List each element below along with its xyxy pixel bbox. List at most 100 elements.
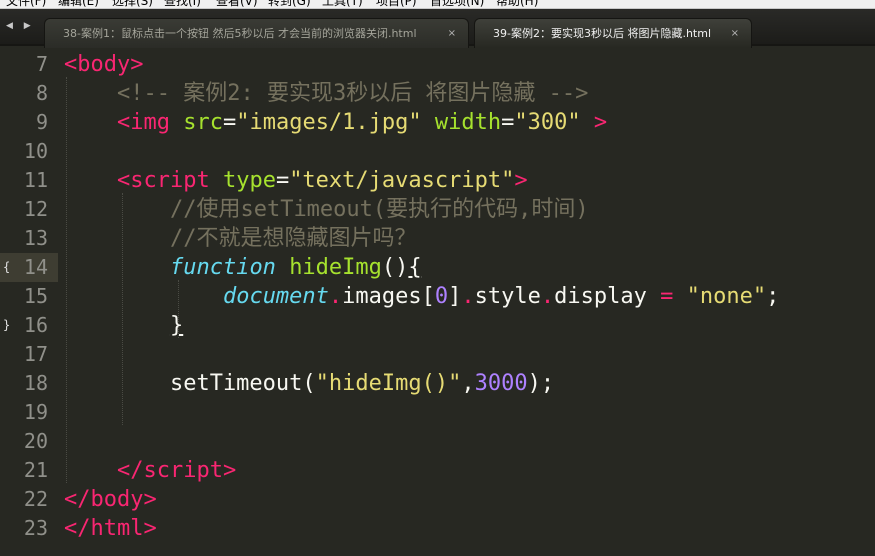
code-editor[interactable]: 7 <body> 8 <!-- 案例2: 要实现3秒以后 将图片隐藏 --> 9 <i… — [0, 48, 875, 556]
code-token: <script — [116, 168, 210, 193]
tab-case1-label: 38-案例1：鼠标点击一个按钮 然后5秒以后 才会当前的浏览器关闭.html — [63, 27, 417, 40]
menu-item[interactable]: 选择(S) — [112, 0, 153, 8]
menu-bar: 文件(F) 编辑(E) 选择(S) 查找(I) 查看(V) 转到(G) 工具(T) 项目(P)… — [0, 0, 875, 9]
line-number: 20 — [23, 429, 48, 453]
tab-case2-label: 39-案例2：要实现3秒以后 将图片隐藏.html — [493, 27, 712, 40]
code-text: function hideImg(){ — [64, 253, 422, 282]
code-token: "images/1.jpg" — [236, 110, 422, 135]
code-token: <body — [64, 52, 131, 77]
code-text: } — [64, 311, 183, 340]
tab-case2[interactable]: 39-案例2：要实现3秒以后 将图片隐藏.html × — [474, 18, 752, 48]
menu-item[interactable]: 帮助(H) — [496, 0, 538, 8]
code-token: = — [275, 168, 290, 193]
code-token: > — [222, 458, 237, 483]
code-line[interactable]: 19 — [0, 398, 875, 427]
code-token: > — [130, 52, 144, 77]
code-token: //使用setTimeout(要执行的代码,时间) — [169, 197, 589, 222]
code-line[interactable]: 10 — [0, 137, 875, 166]
code-token: = — [222, 110, 237, 135]
code-token: 0 — [434, 284, 449, 309]
menu-item[interactable]: 转到(G) — [268, 0, 311, 8]
line-number: 11 — [23, 168, 48, 192]
code-token: ] — [448, 284, 462, 309]
code-token: ; — [766, 284, 780, 309]
code-token: "text/javascript" — [289, 168, 515, 193]
code-line[interactable]: 22 </body> — [0, 485, 875, 514]
code-token: "hideImg()" — [315, 371, 462, 396]
code-line[interactable]: 12 //使用setTimeout(要执行的代码,时间) — [0, 195, 875, 224]
line-number: 13 — [23, 226, 48, 250]
line-number: 10 — [23, 139, 48, 163]
code-line[interactable]: 8 <!-- 案例2: 要实现3秒以后 将图片隐藏 --> — [0, 79, 875, 108]
code-line[interactable]: 15 document.images[0].style.display = "n… — [0, 282, 875, 311]
code-token: </ — [64, 487, 91, 512]
fold-marker-icon[interactable]: { — [3, 253, 10, 282]
line-number: 12 — [23, 197, 48, 221]
fold-marker-icon[interactable]: } — [3, 311, 10, 340]
code-token: "none" — [686, 284, 767, 309]
line-number: 7 — [35, 52, 48, 76]
code-token: function — [169, 255, 276, 280]
code-token: document — [222, 284, 329, 309]
code-token: > — [514, 168, 528, 193]
code-token: <!-- 案例2: 要实现3秒以后 将图片隐藏 --> — [116, 81, 589, 106]
code-token: { — [408, 255, 422, 280]
code-token: display — [554, 284, 661, 309]
tab-nav-arrows-icon[interactable]: ◀ ▶ — [6, 21, 35, 31]
code-token: script — [143, 458, 223, 483]
code-token: = — [660, 284, 674, 309]
code-line[interactable]: 21 </script> — [0, 456, 875, 485]
line-number: 15 — [23, 284, 48, 308]
code-token: setTimeout( — [64, 371, 316, 396]
menu-item[interactable]: 编辑(E) — [58, 0, 99, 8]
code-text: </html> — [64, 514, 157, 543]
line-number: 8 — [35, 81, 48, 105]
code-line[interactable]: 14{ function hideImg(){ — [0, 253, 875, 282]
code-token: 3000 — [474, 371, 528, 396]
menu-item[interactable]: 文件(F) — [6, 0, 46, 8]
code-line[interactable]: 16} } — [0, 311, 875, 340]
code-line[interactable]: 13 //不就是想隐藏图片吗？ — [0, 224, 875, 253]
code-text: document.images[0].style.display = "none… — [64, 282, 779, 311]
line-number: 22 — [23, 487, 48, 511]
tab-case1[interactable]: 38-案例1：鼠标点击一个按钮 然后5秒以后 才会当前的浏览器关闭.html × — [44, 18, 469, 48]
code-token: body — [90, 487, 144, 512]
code-token: } — [169, 313, 184, 338]
code-line[interactable]: 11 <script type="text/javascript"> — [0, 166, 875, 195]
code-line[interactable]: 18 setTimeout("hideImg()",3000); — [0, 369, 875, 398]
code-token: images[ — [342, 284, 435, 309]
code-text: <script type="text/javascript"> — [64, 166, 528, 195]
code-line[interactable]: 23 </html> — [0, 514, 875, 543]
code-token: ); — [527, 371, 555, 396]
code-token: = — [501, 110, 515, 135]
close-icon[interactable]: × — [448, 19, 456, 49]
menu-item[interactable]: 项目(P) — [376, 0, 417, 8]
code-token: > — [143, 487, 157, 512]
menu-item[interactable]: 工具(T) — [322, 0, 363, 8]
code-line[interactable]: 7 <body> — [0, 50, 875, 79]
code-token: hideImg — [289, 255, 382, 280]
code-token: "300" — [514, 110, 581, 135]
close-icon[interactable]: × — [731, 19, 739, 49]
code-token: () — [381, 255, 409, 280]
code-line[interactable]: 9 <img src="images/1.jpg" width="300" > — [0, 108, 875, 137]
code-line[interactable]: 17 — [0, 340, 875, 369]
menu-item[interactable]: 查找(I) — [164, 0, 201, 8]
code-token: width — [434, 110, 502, 135]
code-token: > — [143, 516, 157, 541]
code-token: <img — [116, 110, 170, 135]
menu-item[interactable]: 查看(V) — [216, 0, 258, 8]
menu-item[interactable]: 首选项(N) — [430, 0, 484, 8]
code-token: > — [593, 110, 608, 135]
code-token: //不就是想隐藏图片吗？ — [169, 226, 417, 251]
code-text: </script> — [64, 456, 236, 485]
code-line[interactable]: 20 — [0, 427, 875, 456]
